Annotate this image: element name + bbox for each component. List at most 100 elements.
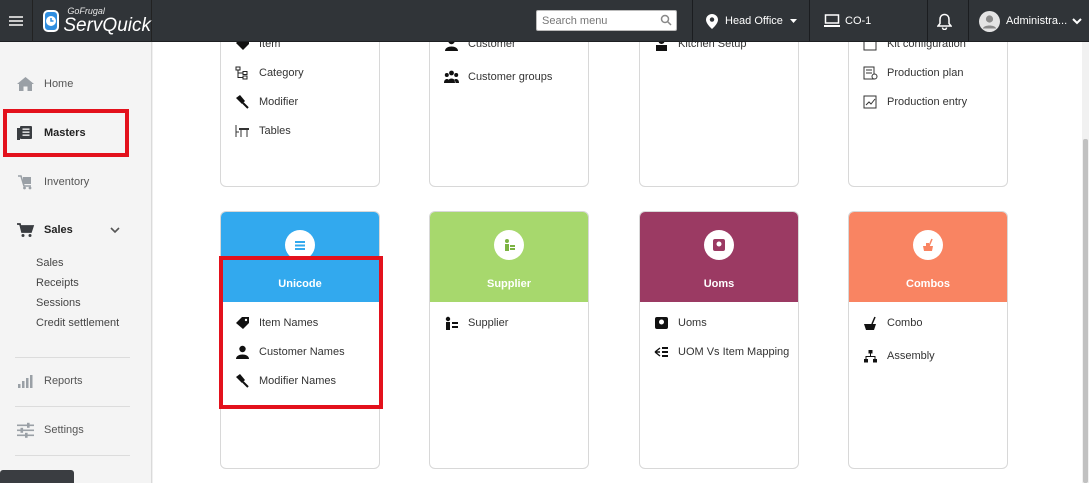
- user-icon: [445, 42, 458, 51]
- weighing-scale-icon: [655, 317, 668, 329]
- home-icon: [17, 77, 34, 91]
- caret-down-icon: [789, 19, 797, 23]
- sidebar-item-inventory[interactable]: Inventory: [0, 167, 152, 197]
- card-link-customer-groups[interactable]: Customer groups: [444, 70, 552, 84]
- sidebar-subitem-receipts[interactable]: Receipts: [36, 277, 79, 289]
- bell-icon: [937, 13, 952, 30]
- monitor-icon: [824, 14, 840, 27]
- search-icon[interactable]: [660, 14, 672, 26]
- card-combos: Combos Combo Assembly: [848, 211, 1008, 469]
- hierarchy-icon: [864, 350, 877, 363]
- card-link-tables[interactable]: Tables: [235, 124, 291, 138]
- sidebar-item-label: Inventory: [44, 176, 90, 188]
- map-pin-icon: [706, 13, 718, 29]
- kit-icon: [863, 42, 877, 51]
- top-bar: GoFrugal ServQuick Head Office CO-1 Admi…: [0, 0, 1089, 42]
- combo-icon: [864, 316, 876, 330]
- masters-highlight-box: [3, 109, 129, 157]
- divider: [927, 0, 928, 42]
- sidebar-item-label: Home: [44, 78, 74, 90]
- clock-icon: [43, 10, 60, 32]
- card-link-combo[interactable]: Combo: [863, 316, 922, 330]
- sidebar-item-label: Sales: [44, 224, 73, 236]
- card-title[interactable]: Uoms: [704, 278, 735, 290]
- card-customers: Customer Customer groups: [429, 42, 589, 187]
- sidebar-divider: [15, 455, 130, 456]
- category-tree-icon: [235, 66, 248, 80]
- mapping-icon: [654, 347, 668, 357]
- tag-icon: [236, 42, 249, 50]
- sidebar-item-label: Settings: [44, 424, 84, 436]
- card-title[interactable]: Supplier: [487, 278, 531, 290]
- location-selector[interactable]: Head Office: [706, 0, 797, 42]
- avatar-icon: [979, 10, 1000, 32]
- card-kitchen: Kitchen Setup: [639, 42, 799, 187]
- card-header: Combos: [849, 212, 1007, 302]
- card-link-uoms[interactable]: Uoms: [654, 316, 707, 330]
- card-link-category[interactable]: Category: [235, 66, 304, 80]
- divider: [968, 0, 969, 42]
- user-menu[interactable]: Administra...: [979, 0, 1082, 42]
- card-link-modifier[interactable]: Modifier: [235, 95, 298, 109]
- search-box[interactable]: [536, 10, 677, 31]
- card-link-item[interactable]: Item: [235, 42, 280, 51]
- divider: [809, 0, 810, 42]
- card-title[interactable]: Combos: [906, 278, 950, 290]
- card-link-assembly[interactable]: Assembly: [863, 349, 935, 363]
- user-name: Administra...: [1006, 15, 1068, 27]
- sidebar-item-sales[interactable]: Sales: [0, 215, 152, 245]
- scrollbar-thumb[interactable]: [1083, 139, 1088, 483]
- sidebar-subitem-sessions[interactable]: Sessions: [36, 297, 81, 309]
- sidebar-item-settings[interactable]: Settings: [0, 415, 152, 445]
- table-icon: [235, 125, 249, 137]
- card-uoms: Uoms Uoms UOM Vs Item Mapping: [639, 211, 799, 469]
- production-plan-icon: [863, 66, 878, 80]
- cart-icon: [17, 223, 35, 237]
- unicode-highlight-box: [219, 256, 383, 409]
- card-link-kitchen-setup[interactable]: Kitchen Setup: [654, 42, 747, 51]
- card-link-kit-configuration[interactable]: Kit configuration: [863, 42, 966, 51]
- sidebar-item-home[interactable]: Home: [0, 69, 152, 99]
- card-link-uom-vs-item-mapping[interactable]: UOM Vs Item Mapping: [654, 345, 789, 359]
- bottom-tab[interactable]: [0, 470, 74, 483]
- brand-logo[interactable]: GoFrugal ServQuick: [33, 0, 152, 42]
- notifications-button[interactable]: [937, 0, 952, 42]
- hamburger-menu-button[interactable]: [0, 0, 33, 42]
- divider: [692, 0, 693, 42]
- sidebar-divider: [15, 406, 130, 407]
- menu-icon: [9, 20, 23, 22]
- card-header: Uoms: [640, 212, 798, 302]
- sidebar-subitem-credit-settlement[interactable]: Credit settlement: [36, 317, 119, 329]
- search-input[interactable]: [537, 11, 655, 30]
- users-group-icon: [444, 70, 459, 83]
- card-production: Kit configuration Production plan Produc…: [848, 42, 1008, 187]
- sidebar-subitem-sales[interactable]: Sales: [36, 257, 64, 269]
- sidebar-item-reports[interactable]: Reports: [0, 366, 152, 396]
- weighing-scale-icon: [704, 230, 734, 260]
- card-header: Supplier: [430, 212, 588, 302]
- production-entry-icon: [863, 95, 877, 109]
- combo-icon: [913, 230, 943, 260]
- location-label: Head Office: [725, 15, 783, 27]
- card-link-production-plan[interactable]: Production plan: [863, 66, 963, 80]
- card-items: Item Category Modifier Tables: [220, 42, 380, 187]
- supplier-icon: [494, 230, 524, 260]
- inventory-icon: [18, 175, 32, 190]
- chef-icon: [656, 42, 667, 51]
- card-link-supplier[interactable]: Supplier: [444, 316, 508, 330]
- sidebar-item-label: Reports: [44, 375, 83, 387]
- settings-icon: [17, 422, 34, 438]
- sidebar-divider: [15, 357, 130, 358]
- counter-selector[interactable]: CO-1: [824, 0, 871, 42]
- counter-label: CO-1: [845, 15, 872, 27]
- brand-name: ServQuick: [63, 15, 151, 36]
- modifier-icon: [236, 95, 249, 109]
- chevron-down-icon: [1072, 17, 1082, 24]
- card-link-customer[interactable]: Customer: [444, 42, 516, 51]
- card-link-production-entry[interactable]: Production entry: [863, 95, 967, 109]
- chevron-down-icon[interactable]: [110, 226, 120, 234]
- supplier-icon: [445, 316, 458, 330]
- reports-icon: [18, 375, 33, 388]
- vertical-scrollbar[interactable]: [1082, 42, 1089, 483]
- card-supplier: Supplier Supplier: [429, 211, 589, 469]
